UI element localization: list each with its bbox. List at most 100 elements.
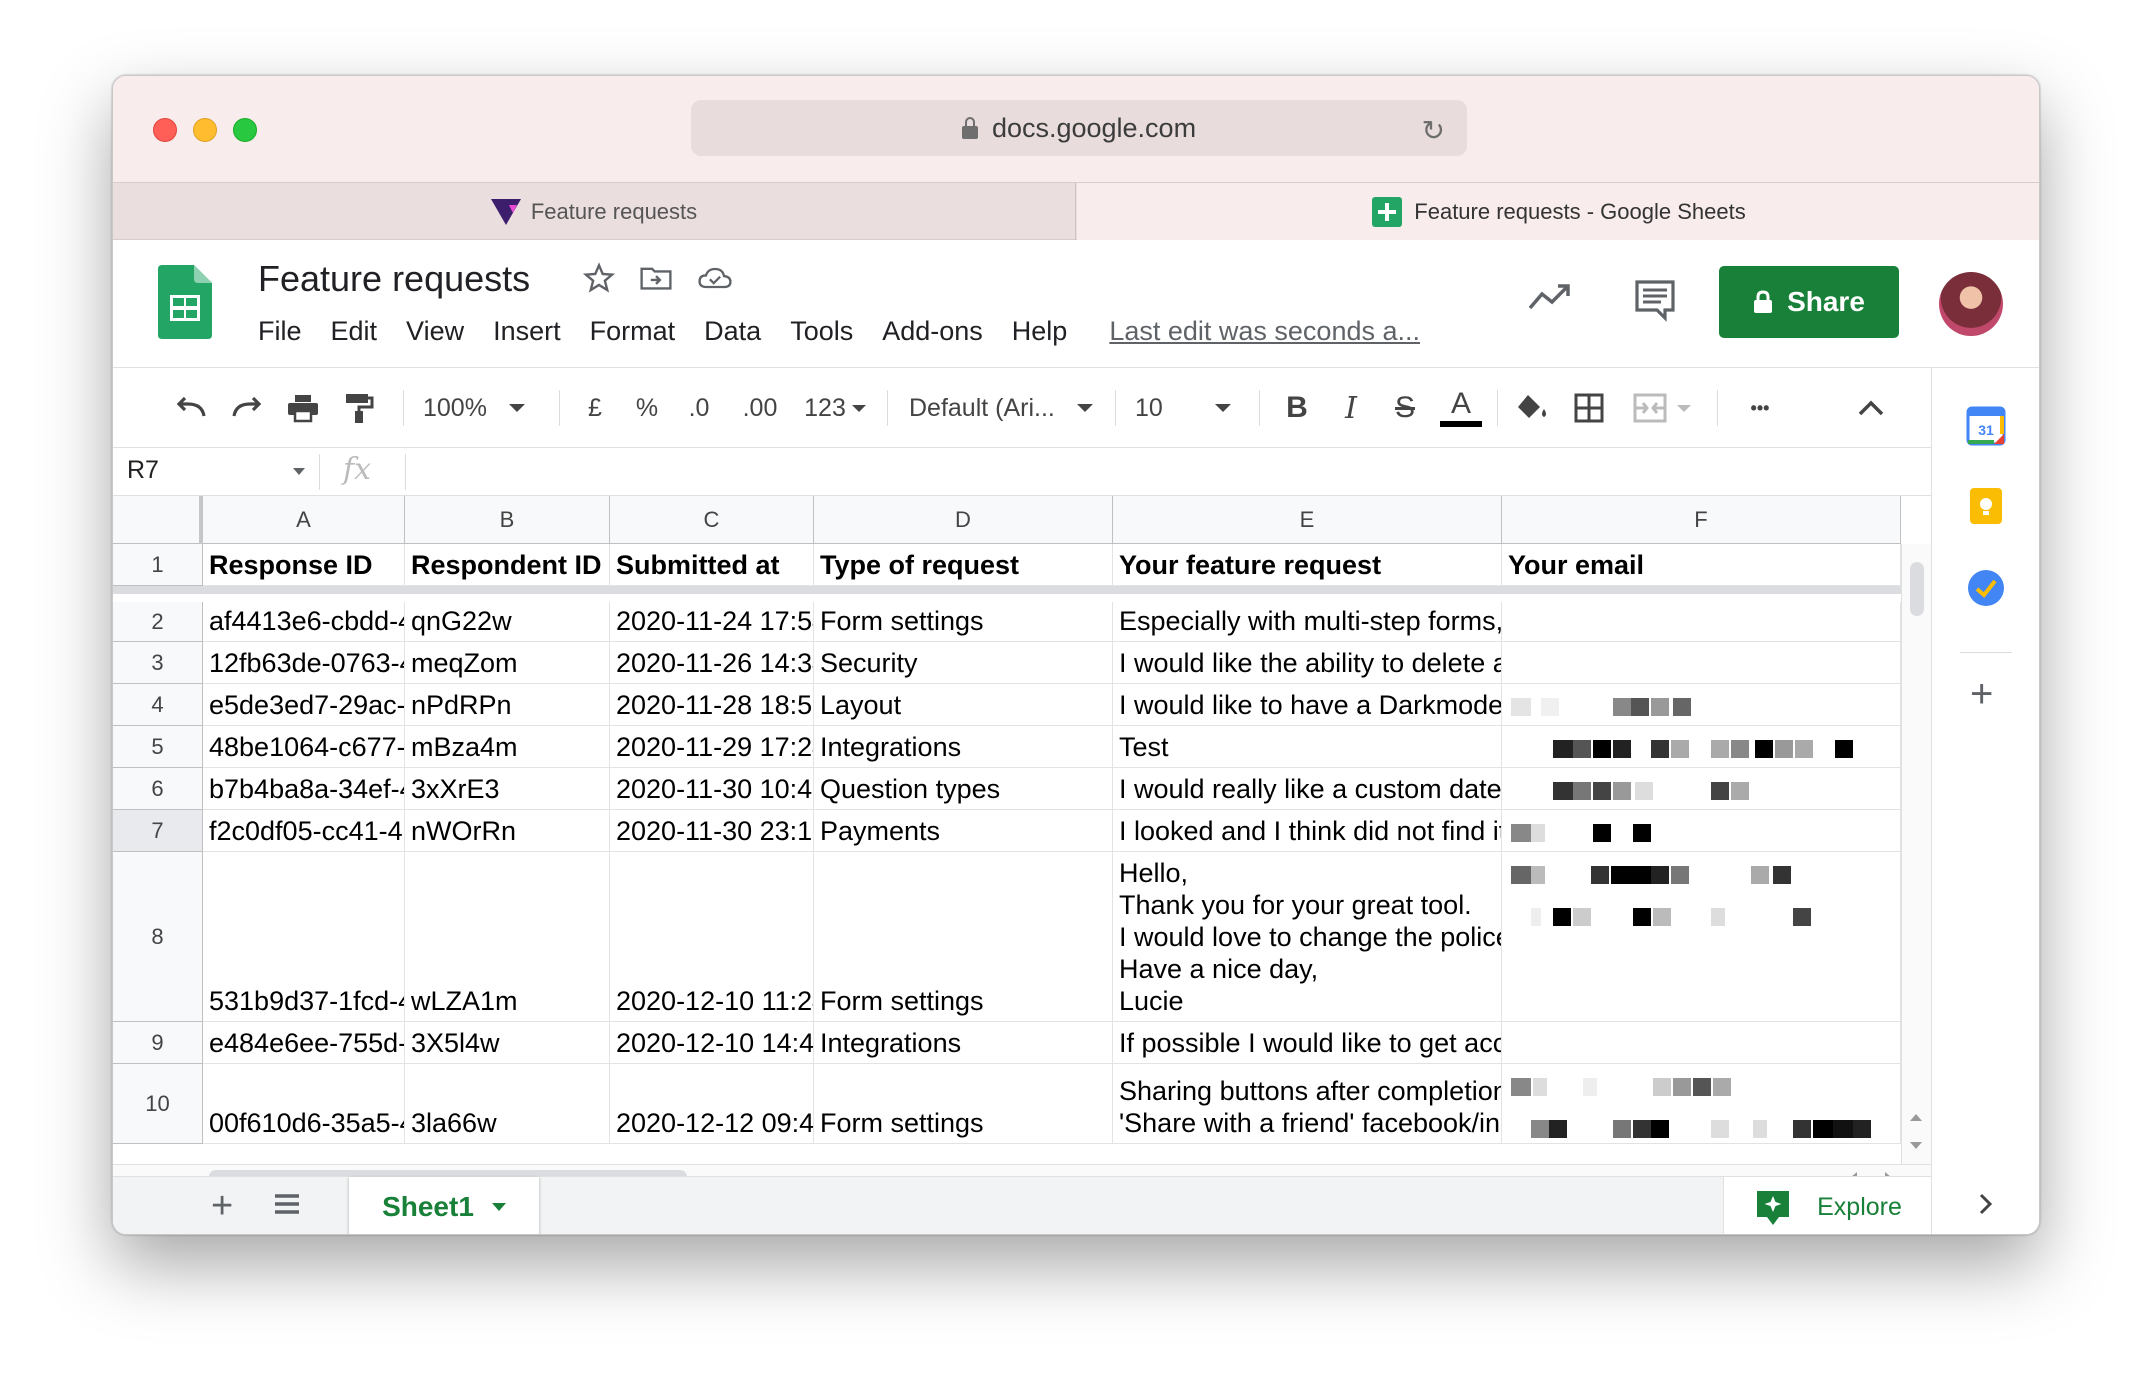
paint-format-button[interactable] [339,368,379,448]
column-header-e[interactable]: E [1113,496,1502,544]
table-cell[interactable]: b7b4ba8a-34ef-4 [203,768,405,810]
header-cell[interactable]: Your feature request [1113,544,1502,586]
menu-tools[interactable]: Tools [790,316,853,347]
table-cell[interactable]: Security [814,642,1113,684]
tab-google-sheets[interactable]: Feature requests - Google Sheets [1077,183,2039,241]
column-header-f[interactable]: F [1502,496,1901,544]
table-cell[interactable]: If possible I would like to get acc [1113,1022,1502,1064]
table-cell[interactable]: Integrations [814,1022,1113,1064]
explore-button[interactable]: Explore [1723,1177,1931,1234]
bold-button[interactable]: B [1277,368,1317,448]
table-cell[interactable]: Form settings [814,852,1113,1022]
row-header[interactable]: 6 [113,768,203,810]
table-cell[interactable]: Payments [814,810,1113,852]
select-all-corner[interactable] [113,496,203,544]
vertical-scroll-thumb[interactable] [1910,562,1924,616]
get-addons-plus-icon[interactable]: + [1970,672,1993,717]
table-cell[interactable]: I looked and I think did not find it [1113,810,1502,852]
table-cell[interactable]: 2020-12-12 09:49 [610,1064,814,1144]
table-cell[interactable] [1502,1022,1901,1064]
table-cell[interactable]: qnG22w [405,602,610,642]
table-cell[interactable]: wLZA1m [405,852,610,1022]
table-cell[interactable]: 3xXrE3 [405,768,610,810]
sheet-tab-sheet1[interactable]: Sheet1 [349,1177,539,1234]
vertical-scrollbar[interactable] [1901,544,1931,1164]
collapse-menu-button[interactable] [1849,368,1893,448]
name-box[interactable]: R7 [127,456,159,485]
last-edit-link[interactable]: Last edit was seconds a... [1109,316,1420,347]
address-bar[interactable]: docs.google.com ↻ [691,100,1467,156]
table-cell[interactable]: 2020-11-24 17:54 [610,602,814,642]
keep-icon[interactable] [1966,486,2006,526]
column-header-d[interactable]: D [814,496,1113,544]
header-cell[interactable]: Your email [1502,544,1901,586]
row-header[interactable]: 7 [113,810,203,852]
reload-icon[interactable]: ↻ [1422,114,1445,147]
table-cell[interactable]: Sharing buttons after completion 'Share w… [1113,1064,1502,1144]
google-sheets-logo-icon[interactable] [158,265,212,339]
table-cell[interactable]: 2020-11-28 18:50 [610,684,814,726]
formula-input[interactable] [413,452,1913,492]
table-cell[interactable]: 2020-12-10 14:41 [610,1022,814,1064]
table-cell[interactable]: Especially with multi-step forms, [1113,602,1502,642]
table-cell[interactable]: I would like to have a Darkmode [1113,684,1502,726]
header-cell[interactable]: Response ID [203,544,405,586]
table-cell[interactable]: 2020-11-30 10:42 [610,768,814,810]
table-cell[interactable]: 2020-11-30 23:19 [610,810,814,852]
header-cell[interactable]: Submitted at [610,544,814,586]
show-side-panel-chevron-icon[interactable] [1978,1192,1994,1216]
more-formats-button[interactable]: 123 [799,368,871,448]
table-cell[interactable]: Layout [814,684,1113,726]
decrease-decimal-button[interactable]: .0 [679,368,719,448]
table-cell[interactable]: af4413e6-cbdd-4 [203,602,405,642]
user-avatar[interactable] [1939,272,2003,336]
zoom-window-button[interactable] [233,118,257,142]
share-button[interactable]: Share [1719,266,1899,338]
header-cell[interactable]: Type of request [814,544,1113,586]
move-folder-icon[interactable] [639,262,673,294]
chevron-down-icon[interactable] [491,1203,506,1211]
table-cell[interactable]: mBza4m [405,726,610,768]
menu-addons[interactable]: Add-ons [882,316,983,347]
column-header-c[interactable]: C [610,496,814,544]
cloud-saved-icon[interactable] [697,262,733,294]
zoom-select[interactable]: 100% [423,368,533,448]
table-cell[interactable] [1502,852,1901,1022]
row-header[interactable]: 9 [113,1022,203,1064]
menu-insert[interactable]: Insert [493,316,561,347]
table-cell[interactable]: 12fb63de-0763-4 [203,642,405,684]
table-cell[interactable]: Test [1113,726,1502,768]
star-icon[interactable] [583,262,615,294]
table-cell[interactable]: meqZom [405,642,610,684]
fill-color-button[interactable] [1511,368,1555,448]
table-cell[interactable]: f2c0df05-cc41-4b [203,810,405,852]
font-family-select[interactable]: Default (Ari... [909,368,1099,448]
percent-format-button[interactable]: % [627,368,667,448]
row-header[interactable]: 10 [113,1064,203,1144]
row-header[interactable]: 2 [113,602,203,642]
close-window-button[interactable] [153,118,177,142]
table-cell[interactable]: I would like the ability to delete a [1113,642,1502,684]
chevron-down-icon[interactable] [293,468,305,475]
column-header-b[interactable]: B [405,496,610,544]
comments-icon[interactable] [1633,278,1677,322]
menu-file[interactable]: File [258,316,302,347]
table-cell[interactable]: nWOrRn [405,810,610,852]
scroll-down-arrow-icon[interactable] [1910,1142,1922,1149]
strikethrough-button[interactable]: S [1385,368,1425,448]
table-cell[interactable]: Form settings [814,1064,1113,1144]
table-cell[interactable]: nPdRPn [405,684,610,726]
menu-format[interactable]: Format [590,316,676,347]
table-cell[interactable]: 00f610d6-35a5-4 [203,1064,405,1144]
more-options-button[interactable]: ••• [1733,368,1787,448]
redo-button[interactable] [227,368,267,448]
freeze-divider-horizontal[interactable] [113,586,1901,594]
add-sheet-button[interactable]: + [211,1185,233,1228]
table-cell[interactable] [1502,810,1901,852]
menu-data[interactable]: Data [704,316,761,347]
increase-decimal-button[interactable]: .00 [735,368,785,448]
text-color-button[interactable]: A [1439,368,1483,448]
tab-feature-requests[interactable]: Feature requests [113,183,1076,241]
borders-button[interactable] [1569,368,1609,448]
table-cell[interactable]: Question types [814,768,1113,810]
